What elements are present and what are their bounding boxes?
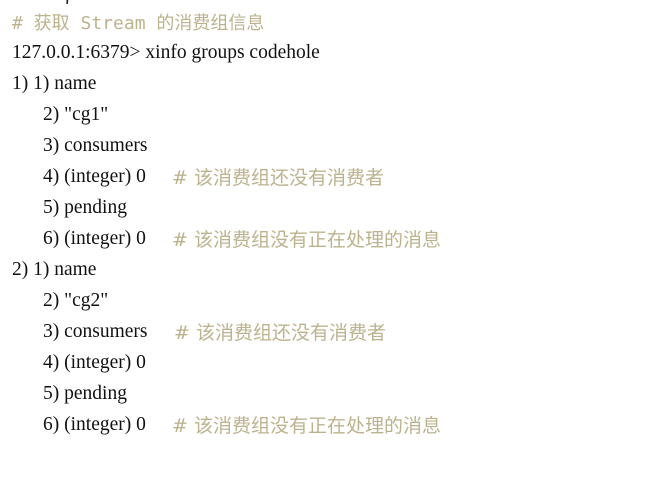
code-comment: # 该消费组还没有消费者 xyxy=(174,322,386,344)
code-line: 6) (integer) 0 # 该消费组没有正在处理的消息 xyxy=(43,409,441,440)
code-comment: # 该消费组没有正在处理的消息 xyxy=(172,415,441,437)
output-text: 6) (integer) 0 xyxy=(43,413,146,435)
output-text: 6) (integer) 0 xyxy=(43,227,146,249)
output-text: 2) "cg1" xyxy=(43,103,109,125)
output-text: 1) 1) name xyxy=(12,72,97,94)
code-line: 2) "cg2" xyxy=(43,285,108,316)
code-line: 5) pending xyxy=(43,192,127,223)
clipped-previous-line: ) xyxy=(63,0,69,4)
code-line: 3) consumers # 该消费组还没有消费者 xyxy=(43,316,386,347)
output-text: 2) "cg2" xyxy=(43,289,109,311)
code-line: 127.0.0.1:6379> xinfo groups codehole xyxy=(12,37,320,68)
output-text: 5) pending xyxy=(43,382,127,404)
output-text: 4) (integer) 0 xyxy=(43,165,146,187)
code-line: 4) (integer) 0 # 该消费组还没有消费者 xyxy=(43,161,384,192)
output-text: 3) consumers xyxy=(43,134,148,156)
code-comment: # 该消费组还没有消费者 xyxy=(172,167,384,189)
code-line: 1) 1) name xyxy=(12,68,96,99)
code-comment: # 获取 Stream 的消费组信息 xyxy=(12,12,265,34)
output-text: 4) (integer) 0 xyxy=(43,351,146,373)
output-text: 2) 1) name xyxy=(12,258,97,280)
code-line: 4) (integer) 0 xyxy=(43,347,146,378)
code-line: 2) 1) name xyxy=(12,254,96,285)
code-block: ) # 获取 Stream 的消费组信息 127.0.0.1:6379> xin… xyxy=(0,0,647,481)
code-line: 3) consumers xyxy=(43,130,148,161)
output-text: 3) consumers xyxy=(43,320,148,342)
code-line: # 获取 Stream 的消费组信息 xyxy=(12,6,264,37)
code-comment: # 该消费组没有正在处理的消息 xyxy=(172,229,441,251)
code-line: 5) pending xyxy=(43,378,127,409)
code-line: 6) (integer) 0 # 该消费组没有正在处理的消息 xyxy=(43,223,441,254)
code-line: 2) "cg1" xyxy=(43,99,108,130)
output-text: 5) pending xyxy=(43,196,127,218)
command-prompt: 127.0.0.1:6379> xinfo groups codehole xyxy=(12,41,320,63)
